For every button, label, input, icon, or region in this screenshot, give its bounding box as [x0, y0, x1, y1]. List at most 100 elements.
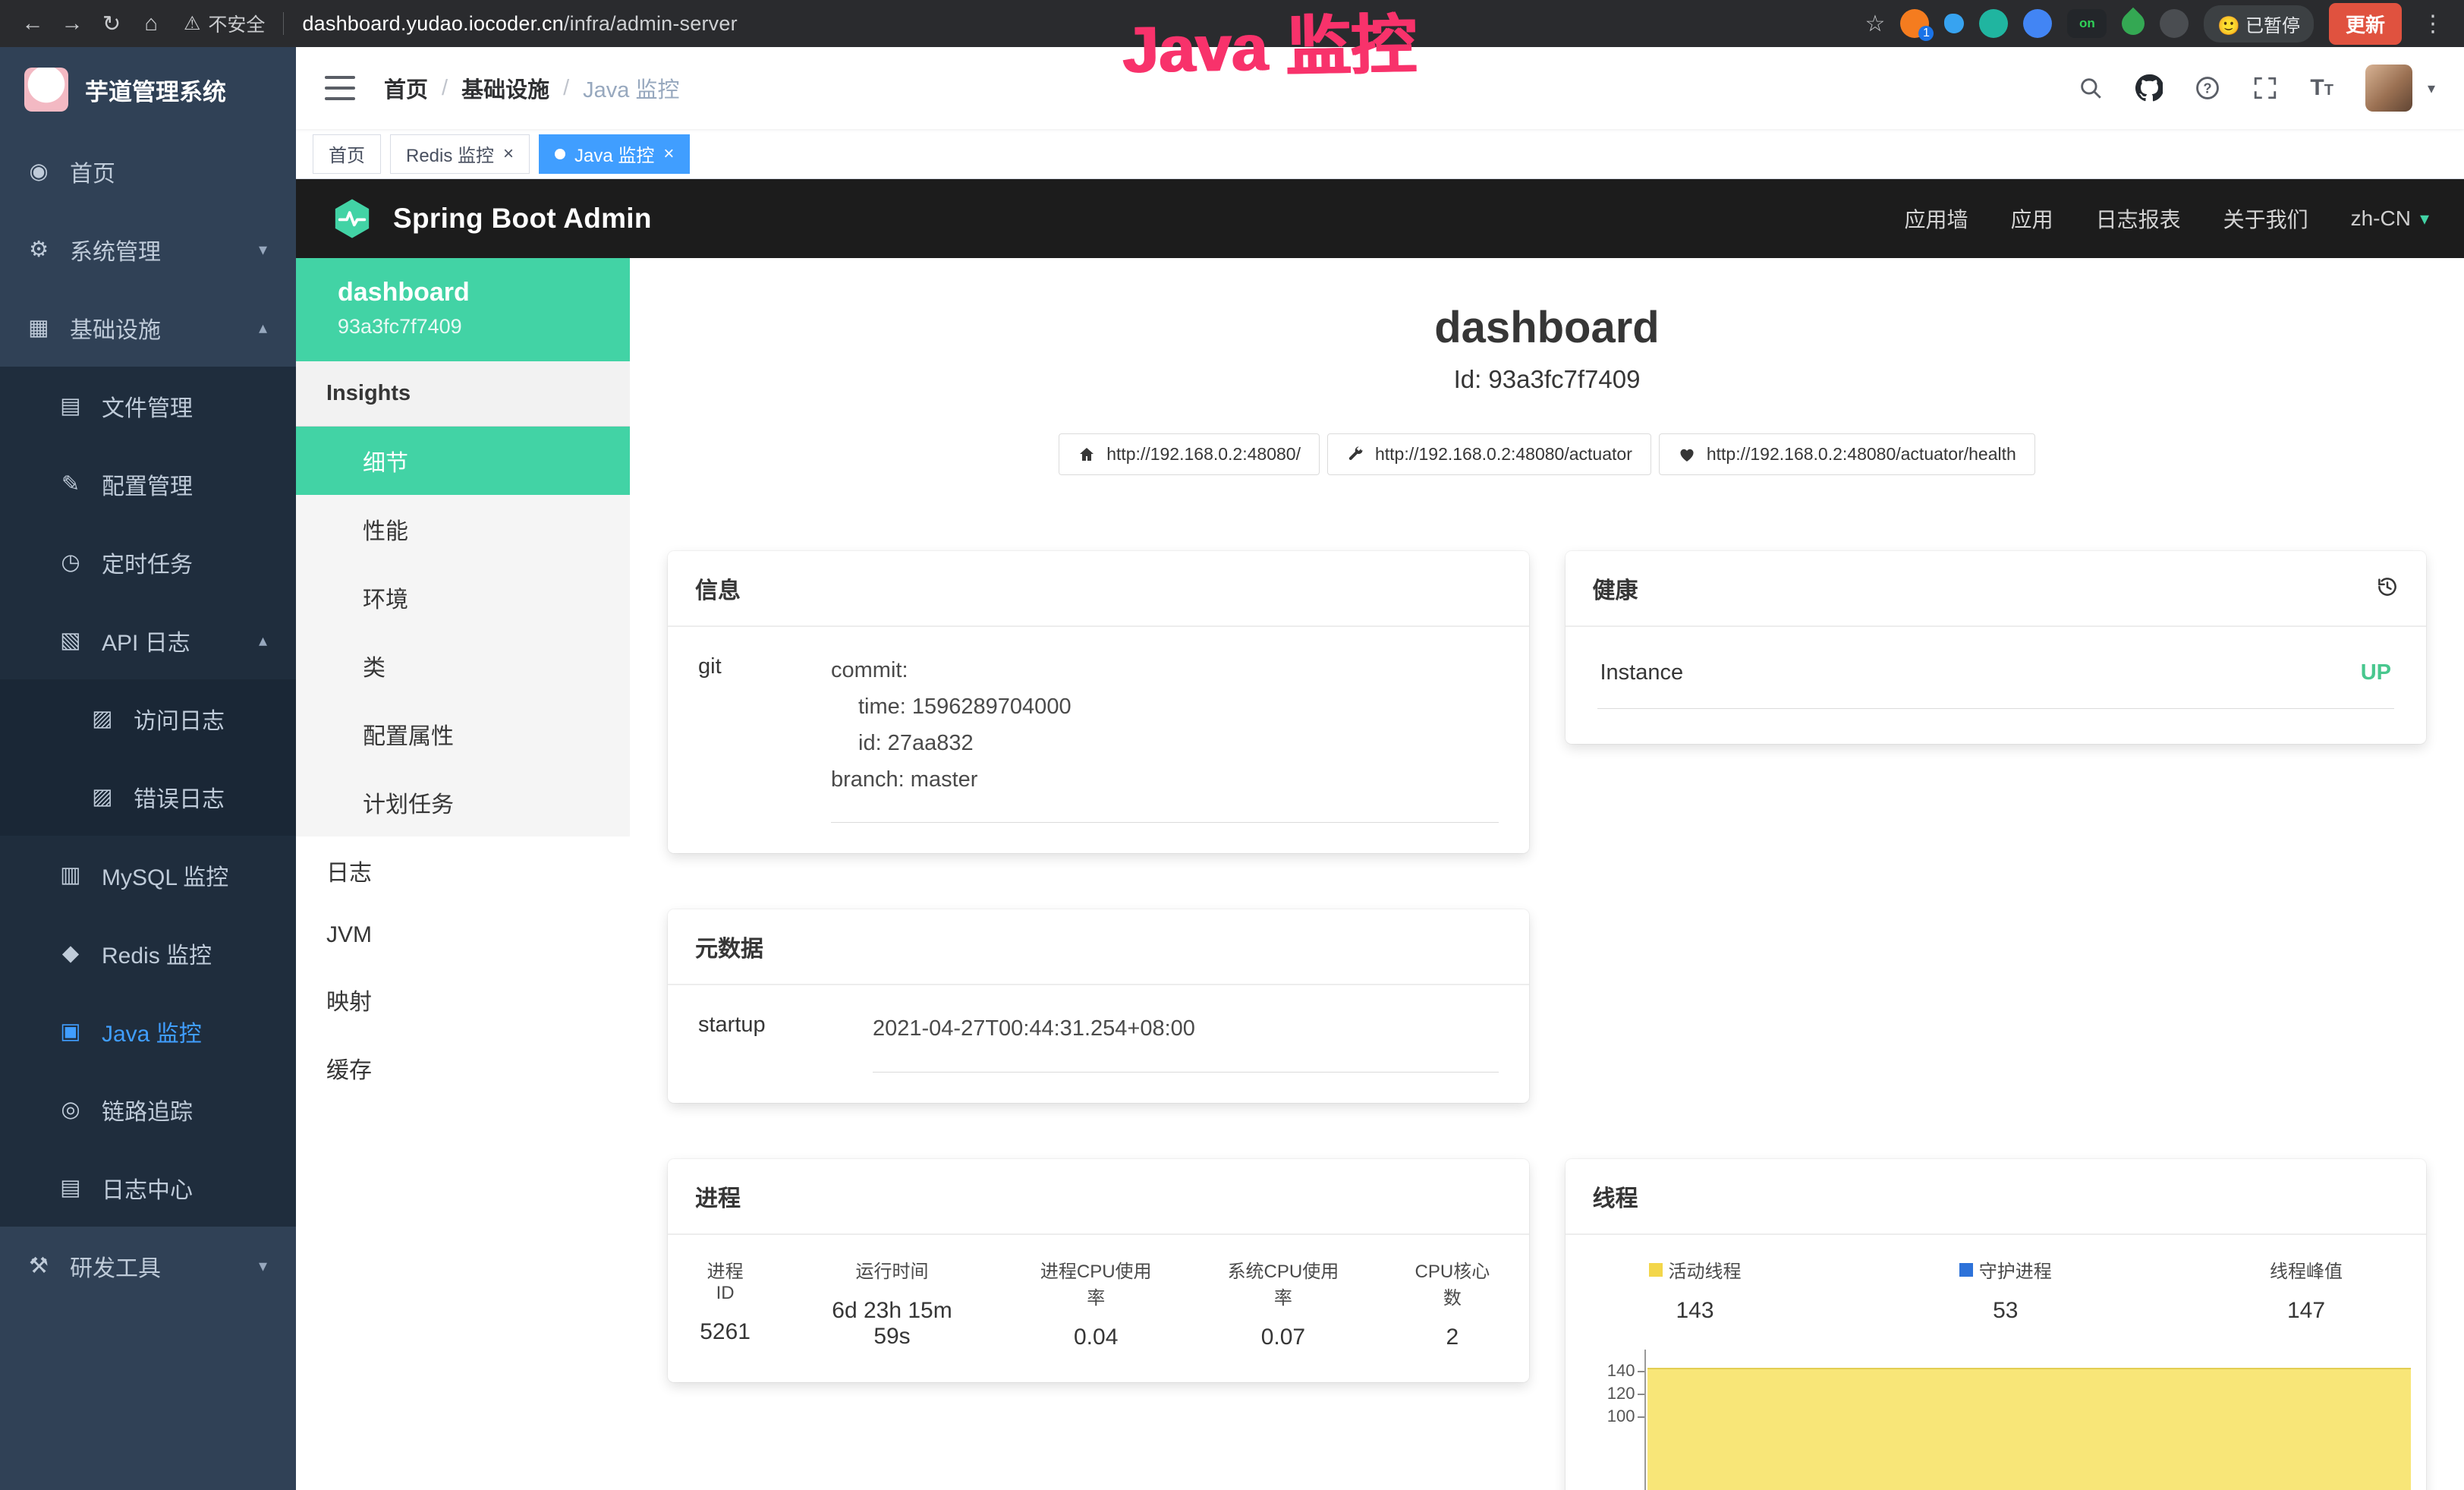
service-url-button[interactable]: http://192.168.0.2:48080/	[1059, 433, 1320, 475]
instance-header[interactable]: dashboard 93a3fc7f7409	[296, 258, 630, 361]
chevron-up-icon: ▴	[259, 318, 267, 338]
breadcrumb-separator: /	[563, 76, 569, 101]
sidebar-item-infrastructure[interactable]: ▦ 基础设施 ▴	[0, 288, 296, 367]
home-icon	[1078, 446, 1096, 464]
sidebar-item-home[interactable]: ◉ 首页	[0, 132, 296, 210]
sba-item-jvm[interactable]: JVM	[296, 905, 630, 966]
sba-item-mappings[interactable]: 映射	[296, 966, 630, 1034]
extension-icon-7[interactable]	[2160, 9, 2189, 38]
help-icon[interactable]: ?	[2195, 75, 2220, 101]
tab-redis-monitor[interactable]: Redis 监控 ×	[390, 134, 530, 174]
sba-item-caches[interactable]: 缓存	[296, 1034, 630, 1102]
close-icon[interactable]: ×	[503, 145, 514, 163]
github-icon[interactable]	[2135, 74, 2163, 102]
legend-daemon-threads: 守护进程 53	[1959, 1256, 2052, 1324]
reload-icon[interactable]: ↻	[94, 6, 129, 41]
health-instance-row: Instance UP	[1597, 657, 2395, 709]
tools-icon: ⚒	[24, 1252, 53, 1279]
threads-legend: 活动线程 143 守护进程 53	[1566, 1235, 2427, 1324]
close-icon[interactable]: ×	[663, 145, 674, 163]
sba-brand[interactable]: Spring Boot Admin	[393, 203, 652, 235]
threads-chart-yaxis: 140 120 100	[1588, 1350, 1644, 1490]
info-key: git	[698, 653, 831, 853]
metadata-key: startup	[698, 1011, 873, 1103]
status-badge: UP	[2361, 660, 2391, 685]
font-size-icon[interactable]: TT	[2310, 75, 2333, 101]
back-icon[interactable]: ←	[15, 6, 50, 41]
sba-logo-icon[interactable]	[331, 197, 373, 240]
heart-icon	[1678, 446, 1696, 464]
sidebar-item-java-monitor[interactable]: ▣ Java 监控	[0, 992, 296, 1070]
bookmark-star-icon[interactable]: ☆	[1865, 11, 1886, 37]
sidebar-item-access-logs[interactable]: ▨ 访问日志	[0, 679, 296, 758]
breadcrumb-home[interactable]: 首页	[384, 72, 428, 104]
hamburger-icon[interactable]	[325, 76, 355, 100]
tab-java-monitor[interactable]: Java 监控 ×	[539, 134, 690, 174]
sidebar-item-config-management[interactable]: ✎ 配置管理	[0, 445, 296, 523]
app-logo-row[interactable]: 芋道管理系统	[0, 47, 296, 132]
sidebar-item-error-logs[interactable]: ▨ 错误日志	[0, 758, 296, 836]
health-url-button[interactable]: http://192.168.0.2:48080/actuator/health	[1659, 433, 2035, 475]
process-card-header: 进程	[668, 1159, 1529, 1235]
search-icon[interactable]	[2078, 75, 2104, 101]
metadata-value: 2021-04-27T00:44:31.254+08:00	[873, 1011, 1499, 1073]
sba-nav-journal[interactable]: 日志报表	[2096, 203, 2181, 234]
breadcrumb-separator: /	[442, 76, 448, 101]
sba-nav-applications[interactable]: 应用	[2011, 203, 2053, 234]
sidebar-item-file-management[interactable]: ▤ 文件管理	[0, 367, 296, 445]
extension-icon-2[interactable]	[1944, 14, 1964, 33]
sba-item-performance[interactable]: 性能	[296, 495, 630, 563]
breadcrumb-infrastructure[interactable]: 基础设施	[461, 72, 549, 104]
actuator-url-button[interactable]: http://192.168.0.2:48080/actuator	[1327, 433, 1651, 475]
sidebar-item-system-management[interactable]: ⚙ 系统管理 ▾	[0, 210, 296, 288]
security-chip[interactable]: ⚠ 不安全	[184, 10, 265, 37]
security-label: 不安全	[208, 10, 265, 37]
avatar-caret-icon[interactable]: ▾	[2428, 79, 2435, 98]
metadata-startup-row: startup 2021-04-27T00:44:31.254+08:00	[668, 985, 1529, 1103]
sba-item-details[interactable]: 细节	[296, 427, 630, 495]
forward-icon[interactable]: →	[55, 6, 90, 41]
page-title: dashboard	[668, 302, 2426, 353]
sba-item-classes[interactable]: 类	[296, 632, 630, 700]
metadata-card: 元数据 startup 2021-04-27T00:44:31.254+08:0…	[668, 909, 1529, 1103]
navbar-actions: ? TT ▾	[2078, 65, 2435, 112]
legend-peak-threads: 线程峰值 147	[2270, 1256, 2343, 1324]
sidebar-item-redis-monitor[interactable]: ◆ Redis 监控	[0, 914, 296, 992]
tab-home[interactable]: 首页	[313, 134, 381, 174]
history-icon[interactable]	[2376, 575, 2399, 602]
breadcrumb: 首页 / 基础设施 / Java 监控	[384, 72, 679, 104]
breadcrumb-current: Java 监控	[583, 72, 679, 104]
extension-icon-1[interactable]: 1	[1900, 9, 1929, 38]
home-icon: ◉	[24, 158, 53, 184]
sba-nav-wallboard[interactable]: 应用墙	[1905, 203, 1968, 234]
log-icon: ▧	[56, 627, 85, 654]
sidebar-item-scheduled-tasks[interactable]: ◷ 定时任务	[0, 523, 296, 601]
fullscreen-icon[interactable]	[2252, 75, 2278, 101]
sba-language-selector[interactable]: zh-CN ▾	[2351, 206, 2429, 231]
extension-icon-4[interactable]	[2023, 9, 2052, 38]
info-git-row: git commit: time: 1596289704000 id: 27aa…	[668, 627, 1529, 853]
sba-item-config-props[interactable]: 配置属性	[296, 700, 630, 768]
sba-item-logs[interactable]: 日志	[296, 836, 630, 905]
sidebar-item-trace[interactable]: ◎ 链路追踪	[0, 1070, 296, 1148]
sidebar-item-dev-tools[interactable]: ⚒ 研发工具 ▾	[0, 1227, 296, 1305]
cards-grid: 信息 git commit: time: 1596289704000 id: 2…	[668, 551, 2426, 1490]
sba-nav-about[interactable]: 关于我们	[2223, 203, 2308, 234]
sba-item-environment[interactable]: 环境	[296, 563, 630, 632]
extension-leaf-icon[interactable]	[2117, 8, 2149, 39]
main-region: 首页 / 基础设施 / Java 监控 ? TT	[296, 47, 2464, 1490]
document-icon: ▨	[88, 783, 117, 810]
sidebar-item-api-logs[interactable]: ▧ API 日志 ▴	[0, 601, 296, 679]
chevron-down-icon: ▾	[259, 240, 267, 260]
sidebar-item-log-center[interactable]: ▤ 日志中心	[0, 1148, 296, 1227]
avatar[interactable]	[2365, 65, 2412, 112]
paused-badge[interactable]: 🙂 已暂停	[2204, 5, 2314, 43]
url-bar[interactable]: dashboard.yudao.iocoder.cn/infra/admin-s…	[302, 12, 737, 36]
update-button[interactable]: 更新	[2329, 3, 2402, 45]
extension-toggle-on-icon[interactable]: on	[2067, 9, 2107, 38]
sba-item-scheduled-tasks[interactable]: 计划任务	[296, 768, 630, 836]
browser-menu-icon[interactable]: ⋮	[2417, 11, 2449, 37]
browser-home-icon[interactable]: ⌂	[134, 6, 168, 41]
extension-icon-3[interactable]	[1979, 9, 2008, 38]
sidebar-item-mysql-monitor[interactable]: ▥ MySQL 监控	[0, 836, 296, 914]
